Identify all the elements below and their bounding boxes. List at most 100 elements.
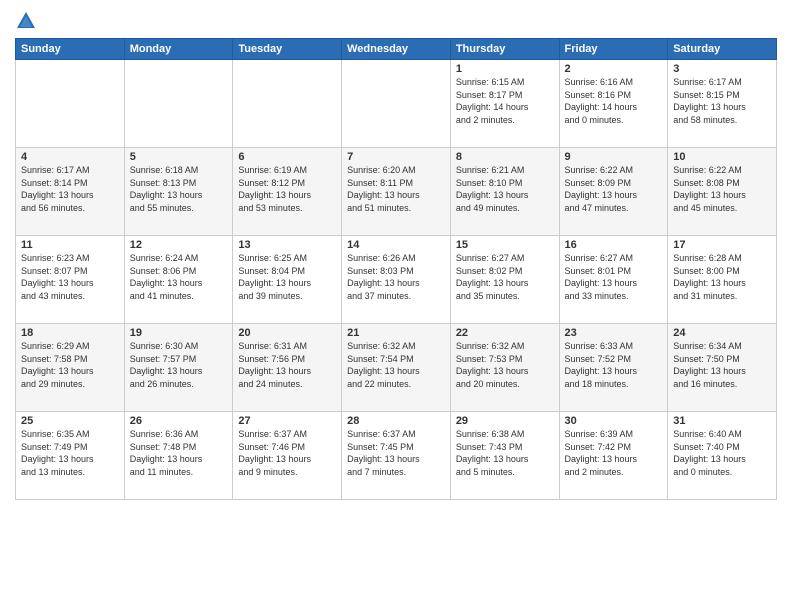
day-cell: 26Sunrise: 6:36 AM Sunset: 7:48 PM Dayli… bbox=[124, 412, 233, 500]
day-header-tuesday: Tuesday bbox=[233, 39, 342, 60]
day-number: 26 bbox=[130, 415, 228, 427]
day-cell: 6Sunrise: 6:19 AM Sunset: 8:12 PM Daylig… bbox=[233, 148, 342, 236]
day-cell: 5Sunrise: 6:18 AM Sunset: 8:13 PM Daylig… bbox=[124, 148, 233, 236]
day-number: 12 bbox=[130, 239, 228, 251]
day-info: Sunrise: 6:24 AM Sunset: 8:06 PM Dayligh… bbox=[130, 252, 228, 302]
day-info: Sunrise: 6:18 AM Sunset: 8:13 PM Dayligh… bbox=[130, 164, 228, 214]
day-info: Sunrise: 6:37 AM Sunset: 7:46 PM Dayligh… bbox=[238, 428, 336, 478]
day-number: 5 bbox=[130, 151, 228, 163]
day-cell bbox=[16, 60, 125, 148]
day-cell: 24Sunrise: 6:34 AM Sunset: 7:50 PM Dayli… bbox=[668, 324, 777, 412]
day-number: 10 bbox=[673, 151, 771, 163]
day-number: 3 bbox=[673, 63, 771, 75]
day-header-friday: Friday bbox=[559, 39, 668, 60]
day-number: 25 bbox=[21, 415, 119, 427]
day-cell: 29Sunrise: 6:38 AM Sunset: 7:43 PM Dayli… bbox=[450, 412, 559, 500]
day-number: 27 bbox=[238, 415, 336, 427]
day-number: 13 bbox=[238, 239, 336, 251]
day-number: 7 bbox=[347, 151, 445, 163]
day-cell: 19Sunrise: 6:30 AM Sunset: 7:57 PM Dayli… bbox=[124, 324, 233, 412]
day-cell: 10Sunrise: 6:22 AM Sunset: 8:08 PM Dayli… bbox=[668, 148, 777, 236]
day-number: 19 bbox=[130, 327, 228, 339]
day-info: Sunrise: 6:39 AM Sunset: 7:42 PM Dayligh… bbox=[565, 428, 663, 478]
day-cell: 13Sunrise: 6:25 AM Sunset: 8:04 PM Dayli… bbox=[233, 236, 342, 324]
day-cell: 2Sunrise: 6:16 AM Sunset: 8:16 PM Daylig… bbox=[559, 60, 668, 148]
day-number: 23 bbox=[565, 327, 663, 339]
day-info: Sunrise: 6:35 AM Sunset: 7:49 PM Dayligh… bbox=[21, 428, 119, 478]
day-number: 29 bbox=[456, 415, 554, 427]
week-row-3: 11Sunrise: 6:23 AM Sunset: 8:07 PM Dayli… bbox=[16, 236, 777, 324]
day-cell: 4Sunrise: 6:17 AM Sunset: 8:14 PM Daylig… bbox=[16, 148, 125, 236]
day-cell: 3Sunrise: 6:17 AM Sunset: 8:15 PM Daylig… bbox=[668, 60, 777, 148]
day-info: Sunrise: 6:16 AM Sunset: 8:16 PM Dayligh… bbox=[565, 76, 663, 126]
day-info: Sunrise: 6:33 AM Sunset: 7:52 PM Dayligh… bbox=[565, 340, 663, 390]
day-number: 9 bbox=[565, 151, 663, 163]
day-cell bbox=[124, 60, 233, 148]
day-cell: 18Sunrise: 6:29 AM Sunset: 7:58 PM Dayli… bbox=[16, 324, 125, 412]
day-cell: 15Sunrise: 6:27 AM Sunset: 8:02 PM Dayli… bbox=[450, 236, 559, 324]
day-info: Sunrise: 6:34 AM Sunset: 7:50 PM Dayligh… bbox=[673, 340, 771, 390]
day-number: 14 bbox=[347, 239, 445, 251]
day-info: Sunrise: 6:32 AM Sunset: 7:54 PM Dayligh… bbox=[347, 340, 445, 390]
day-cell: 7Sunrise: 6:20 AM Sunset: 8:11 PM Daylig… bbox=[342, 148, 451, 236]
day-cell: 17Sunrise: 6:28 AM Sunset: 8:00 PM Dayli… bbox=[668, 236, 777, 324]
day-info: Sunrise: 6:19 AM Sunset: 8:12 PM Dayligh… bbox=[238, 164, 336, 214]
day-cell: 25Sunrise: 6:35 AM Sunset: 7:49 PM Dayli… bbox=[16, 412, 125, 500]
logo bbox=[15, 10, 41, 32]
week-row-5: 25Sunrise: 6:35 AM Sunset: 7:49 PM Dayli… bbox=[16, 412, 777, 500]
day-header-saturday: Saturday bbox=[668, 39, 777, 60]
day-info: Sunrise: 6:25 AM Sunset: 8:04 PM Dayligh… bbox=[238, 252, 336, 302]
day-info: Sunrise: 6:28 AM Sunset: 8:00 PM Dayligh… bbox=[673, 252, 771, 302]
week-row-1: 1Sunrise: 6:15 AM Sunset: 8:17 PM Daylig… bbox=[16, 60, 777, 148]
day-header-sunday: Sunday bbox=[16, 39, 125, 60]
day-number: 6 bbox=[238, 151, 336, 163]
day-info: Sunrise: 6:29 AM Sunset: 7:58 PM Dayligh… bbox=[21, 340, 119, 390]
day-info: Sunrise: 6:30 AM Sunset: 7:57 PM Dayligh… bbox=[130, 340, 228, 390]
day-number: 22 bbox=[456, 327, 554, 339]
day-info: Sunrise: 6:15 AM Sunset: 8:17 PM Dayligh… bbox=[456, 76, 554, 126]
day-cell: 16Sunrise: 6:27 AM Sunset: 8:01 PM Dayli… bbox=[559, 236, 668, 324]
day-header-wednesday: Wednesday bbox=[342, 39, 451, 60]
day-info: Sunrise: 6:22 AM Sunset: 8:08 PM Dayligh… bbox=[673, 164, 771, 214]
calendar-body: 1Sunrise: 6:15 AM Sunset: 8:17 PM Daylig… bbox=[16, 60, 777, 500]
day-number: 2 bbox=[565, 63, 663, 75]
day-number: 1 bbox=[456, 63, 554, 75]
day-number: 20 bbox=[238, 327, 336, 339]
day-number: 31 bbox=[673, 415, 771, 427]
day-info: Sunrise: 6:26 AM Sunset: 8:03 PM Dayligh… bbox=[347, 252, 445, 302]
day-cell bbox=[233, 60, 342, 148]
day-number: 11 bbox=[21, 239, 119, 251]
day-info: Sunrise: 6:22 AM Sunset: 8:09 PM Dayligh… bbox=[565, 164, 663, 214]
header-row: SundayMondayTuesdayWednesdayThursdayFrid… bbox=[16, 39, 777, 60]
header bbox=[15, 10, 777, 32]
day-header-thursday: Thursday bbox=[450, 39, 559, 60]
day-cell: 12Sunrise: 6:24 AM Sunset: 8:06 PM Dayli… bbox=[124, 236, 233, 324]
day-cell: 27Sunrise: 6:37 AM Sunset: 7:46 PM Dayli… bbox=[233, 412, 342, 500]
day-number: 16 bbox=[565, 239, 663, 251]
day-number: 4 bbox=[21, 151, 119, 163]
day-number: 30 bbox=[565, 415, 663, 427]
day-info: Sunrise: 6:31 AM Sunset: 7:56 PM Dayligh… bbox=[238, 340, 336, 390]
day-cell: 28Sunrise: 6:37 AM Sunset: 7:45 PM Dayli… bbox=[342, 412, 451, 500]
week-row-4: 18Sunrise: 6:29 AM Sunset: 7:58 PM Dayli… bbox=[16, 324, 777, 412]
day-number: 8 bbox=[456, 151, 554, 163]
calendar-header: SundayMondayTuesdayWednesdayThursdayFrid… bbox=[16, 39, 777, 60]
day-number: 17 bbox=[673, 239, 771, 251]
day-info: Sunrise: 6:20 AM Sunset: 8:11 PM Dayligh… bbox=[347, 164, 445, 214]
day-info: Sunrise: 6:23 AM Sunset: 8:07 PM Dayligh… bbox=[21, 252, 119, 302]
day-cell: 8Sunrise: 6:21 AM Sunset: 8:10 PM Daylig… bbox=[450, 148, 559, 236]
day-number: 18 bbox=[21, 327, 119, 339]
day-info: Sunrise: 6:32 AM Sunset: 7:53 PM Dayligh… bbox=[456, 340, 554, 390]
day-info: Sunrise: 6:21 AM Sunset: 8:10 PM Dayligh… bbox=[456, 164, 554, 214]
calendar-table: SundayMondayTuesdayWednesdayThursdayFrid… bbox=[15, 38, 777, 500]
day-cell: 9Sunrise: 6:22 AM Sunset: 8:09 PM Daylig… bbox=[559, 148, 668, 236]
day-info: Sunrise: 6:40 AM Sunset: 7:40 PM Dayligh… bbox=[673, 428, 771, 478]
day-cell bbox=[342, 60, 451, 148]
day-cell: 23Sunrise: 6:33 AM Sunset: 7:52 PM Dayli… bbox=[559, 324, 668, 412]
day-cell: 11Sunrise: 6:23 AM Sunset: 8:07 PM Dayli… bbox=[16, 236, 125, 324]
day-cell: 31Sunrise: 6:40 AM Sunset: 7:40 PM Dayli… bbox=[668, 412, 777, 500]
day-number: 15 bbox=[456, 239, 554, 251]
day-header-monday: Monday bbox=[124, 39, 233, 60]
day-info: Sunrise: 6:38 AM Sunset: 7:43 PM Dayligh… bbox=[456, 428, 554, 478]
logo-icon bbox=[15, 10, 37, 32]
